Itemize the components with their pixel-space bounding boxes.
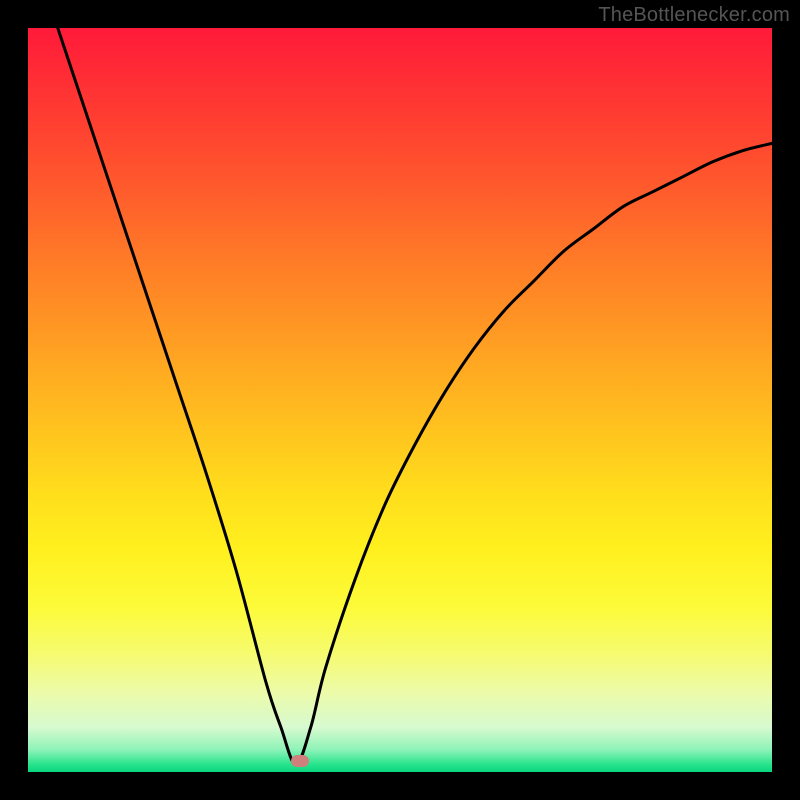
plot-area	[28, 28, 772, 772]
watermark-text: TheBottlenecker.com	[598, 4, 790, 27]
chart-frame: TheBottlenecker.com	[0, 0, 800, 800]
minimum-marker	[291, 755, 309, 767]
bottleneck-curve	[28, 28, 772, 772]
